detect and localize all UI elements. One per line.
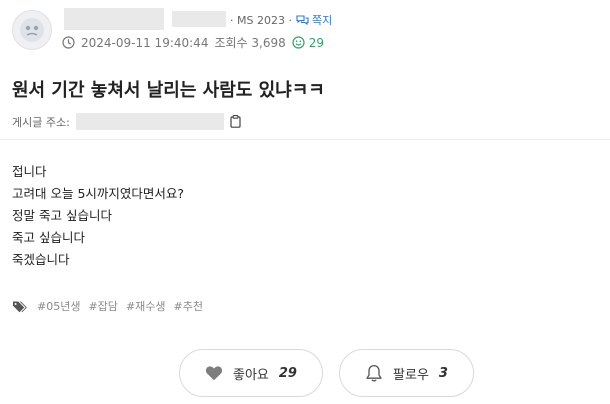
follow-label: 팔로우 <box>393 367 429 383</box>
author-school-redacted <box>172 11 226 27</box>
tag-item[interactable]: #재수생 <box>126 298 166 314</box>
clock-icon <box>62 36 75 49</box>
body-line: 죽겠습니다 <box>12 252 70 267</box>
body-line: 고려대 오늘 5시까지였다면서요? <box>12 186 185 201</box>
follow-count: 3 <box>438 365 448 381</box>
avatar-face-icon <box>20 18 44 42</box>
post-address-row: 게시글 주소: <box>12 113 241 130</box>
header-divider <box>0 139 610 140</box>
exam-year-tag: · MS 2023 · <box>230 13 292 27</box>
body-line: 죽고 싶습니다 <box>12 230 85 245</box>
chat-bubbles-icon <box>296 15 309 26</box>
view-count: 조회수 3,698 <box>214 36 286 50</box>
like-label: 좋아요 <box>233 367 269 383</box>
like-button[interactable]: 좋아요 29 <box>179 349 323 397</box>
author-name-redacted[interactable] <box>64 8 164 30</box>
clipboard-icon[interactable] <box>230 115 241 128</box>
bell-icon <box>366 364 382 381</box>
score-value: 29 <box>308 35 325 50</box>
post-stats: 2024-09-11 19:40:44 조회수 3,698 29 <box>62 34 324 51</box>
heart-icon <box>205 366 223 381</box>
post-address-label: 게시글 주소: <box>12 115 70 129</box>
author-meta: · MS 2023 · 쪽지 <box>230 12 332 28</box>
post-title: 원서 기간 놓쳐서 날리는 사람도 있냐ㅋㅋ <box>12 80 325 101</box>
follow-button[interactable]: 팔로우 3 <box>339 349 474 397</box>
avatar[interactable] <box>12 10 52 50</box>
note-label: 쪽지 <box>311 14 333 27</box>
smile-icon <box>292 36 305 49</box>
tag-item[interactable]: #잡담 <box>88 298 117 314</box>
tag-item[interactable]: #05년생 <box>37 298 80 314</box>
note-link[interactable]: 쪽지 <box>296 12 332 28</box>
tag-list: #05년생 #잡담 #재수생 #추천 <box>12 298 203 314</box>
post-datetime: 2024-09-11 19:40:44 <box>81 35 209 50</box>
body-line: 접니다 <box>12 164 47 179</box>
tags-icon <box>13 301 27 312</box>
post-address-redacted[interactable] <box>75 113 224 130</box>
body-line: 정말 죽고 싶습니다 <box>12 208 112 223</box>
reaction-score: 29 <box>292 36 324 50</box>
tag-item[interactable]: #추천 <box>174 298 203 314</box>
like-count: 29 <box>278 365 297 381</box>
post-body: 접니다 고려대 오늘 5시까지였다면서요? 정말 죽고 싶습니다 죽고 싶습니다… <box>12 161 184 271</box>
